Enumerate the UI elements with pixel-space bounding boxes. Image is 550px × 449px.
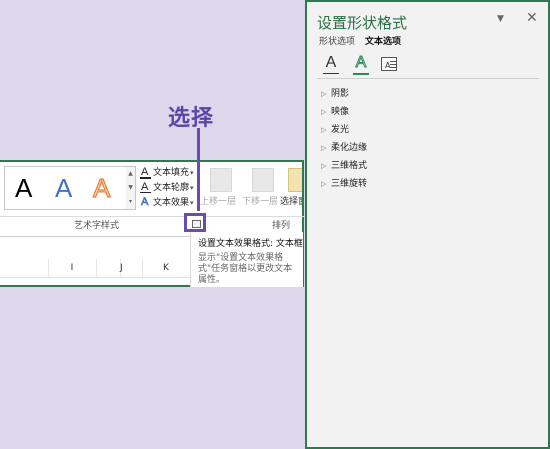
column-header-i[interactable]: I: [48, 259, 97, 277]
chevron-down-icon: ▾: [190, 184, 194, 192]
expand-triangle-icon: ▷: [321, 90, 327, 98]
pane-title: 设置形状格式: [317, 14, 408, 32]
bring-forward-label: 上移一层: [200, 197, 237, 207]
annotation-label: 选择: [168, 106, 215, 131]
expand-triangle-icon: ▷: [321, 126, 327, 134]
text-outline-icon: A: [140, 181, 151, 193]
send-backward-icon: [252, 168, 274, 192]
text-box-icon[interactable]: A: [379, 54, 399, 74]
tab-shape-options[interactable]: 形状选项: [319, 34, 355, 47]
ribbon-panel: A A A ▲ ▼ ▾ A 文本填充▾ A 文本轮廓▾ A 文本效果▾ 上移一层…: [0, 160, 304, 287]
expand-triangle-icon: ▷: [321, 162, 327, 170]
section-label: 三维旋转: [331, 179, 368, 189]
section-label: 映像: [331, 107, 350, 117]
selection-pane-label: 选择窗: [280, 197, 302, 207]
gallery-scroll-up-icon[interactable]: ▲: [127, 167, 134, 180]
column-header-spacer: [96, 259, 121, 277]
chevron-down-icon: ▾: [190, 199, 194, 207]
pane-options-icon[interactable]: ▼: [497, 14, 504, 24]
section-reflection[interactable]: ▷ 映像: [321, 104, 349, 120]
text-effects-button[interactable]: A 文本效果▾: [140, 196, 194, 211]
close-icon[interactable]: ✕: [526, 10, 538, 26]
text-outline-label: 文本轮廓: [153, 183, 190, 193]
selection-pane-button[interactable]: 选择窗: [280, 168, 302, 216]
section-shadow[interactable]: ▷ 阴影: [321, 86, 349, 102]
text-fill-outline-icon[interactable]: A: [321, 54, 341, 74]
dialog-launcher-button[interactable]: [184, 213, 206, 232]
tooltip-title: 设置文本效果格式: 文本框: [198, 239, 303, 249]
gallery-more-icon[interactable]: ▾: [127, 195, 134, 208]
formula-bar-area: [0, 236, 190, 260]
section-label: 柔化边缘: [331, 143, 368, 153]
format-shape-pane: 设置形状格式 ▼ ✕ 形状选项 文本选项 A A A ▷ 阴影 ▷ 映像 ▷ 发光 ▷…: [305, 0, 550, 449]
annotation-pointer-line: [197, 128, 200, 211]
chevron-down-icon: ▾: [190, 169, 194, 177]
selection-pane-icon: [288, 168, 302, 192]
wordart-style-orange-outline[interactable]: A: [92, 172, 111, 203]
expand-triangle-icon: ▷: [321, 144, 327, 152]
wordart-styles-gallery[interactable]: A A A: [4, 166, 128, 210]
text-effects-icon[interactable]: A: [351, 54, 371, 75]
tab-text-options[interactable]: 文本选项: [365, 34, 401, 47]
column-header-blank: [0, 259, 49, 277]
arrange-group-label: 排列: [272, 221, 291, 231]
expand-triangle-icon: ▷: [321, 180, 327, 188]
wordart-styles-group-label: 艺术字样式: [74, 221, 120, 231]
ribbon-divider: [0, 216, 304, 217]
launcher-tooltip: 设置文本效果格式: 文本框 显示"设置文本效果格式"任务窗格以更改文本属性。: [190, 232, 303, 287]
bring-forward-icon: [210, 168, 232, 192]
section-label: 阴影: [331, 89, 350, 99]
gallery-scrollbar[interactable]: ▲ ▼ ▾: [126, 166, 136, 210]
expand-triangle-icon: ▷: [321, 108, 327, 116]
section-label: 发光: [331, 125, 350, 135]
section-label: 三维格式: [331, 161, 368, 171]
text-effects-label: 文本效果: [153, 198, 190, 208]
section-3d-rotation[interactable]: ▷ 三维旋转: [321, 176, 367, 192]
text-outline-button[interactable]: A 文本轮廓▾: [140, 181, 194, 196]
column-header-k[interactable]: K: [142, 259, 191, 277]
pane-icon-row: A A A: [317, 52, 539, 79]
send-backward-button[interactable]: 下移一层: [242, 168, 284, 216]
bring-forward-button[interactable]: 上移一层: [200, 168, 242, 216]
text-fill-button[interactable]: A 文本填充▾: [140, 166, 194, 181]
send-backward-label: 下移一层: [242, 197, 279, 207]
wordart-style-black[interactable]: A: [15, 173, 32, 203]
section-soft-edges[interactable]: ▷ 柔化边缘: [321, 140, 367, 156]
column-header-j[interactable]: J: [120, 259, 143, 277]
text-effects-icon: A: [141, 196, 149, 209]
wordart-style-blue[interactable]: A: [55, 173, 72, 203]
gallery-scroll-down-icon[interactable]: ▼: [127, 181, 134, 194]
section-glow[interactable]: ▷ 发光: [321, 122, 349, 138]
tooltip-body: 显示"设置文本效果格式"任务窗格以更改文本属性。: [198, 253, 293, 285]
section-3d-format[interactable]: ▷ 三维格式: [321, 158, 367, 174]
text-fill-icon: A: [140, 166, 151, 179]
dialog-launcher-icon: [192, 220, 201, 228]
text-fill-label: 文本填充: [153, 168, 190, 178]
column-header-row: I J K: [0, 259, 191, 278]
